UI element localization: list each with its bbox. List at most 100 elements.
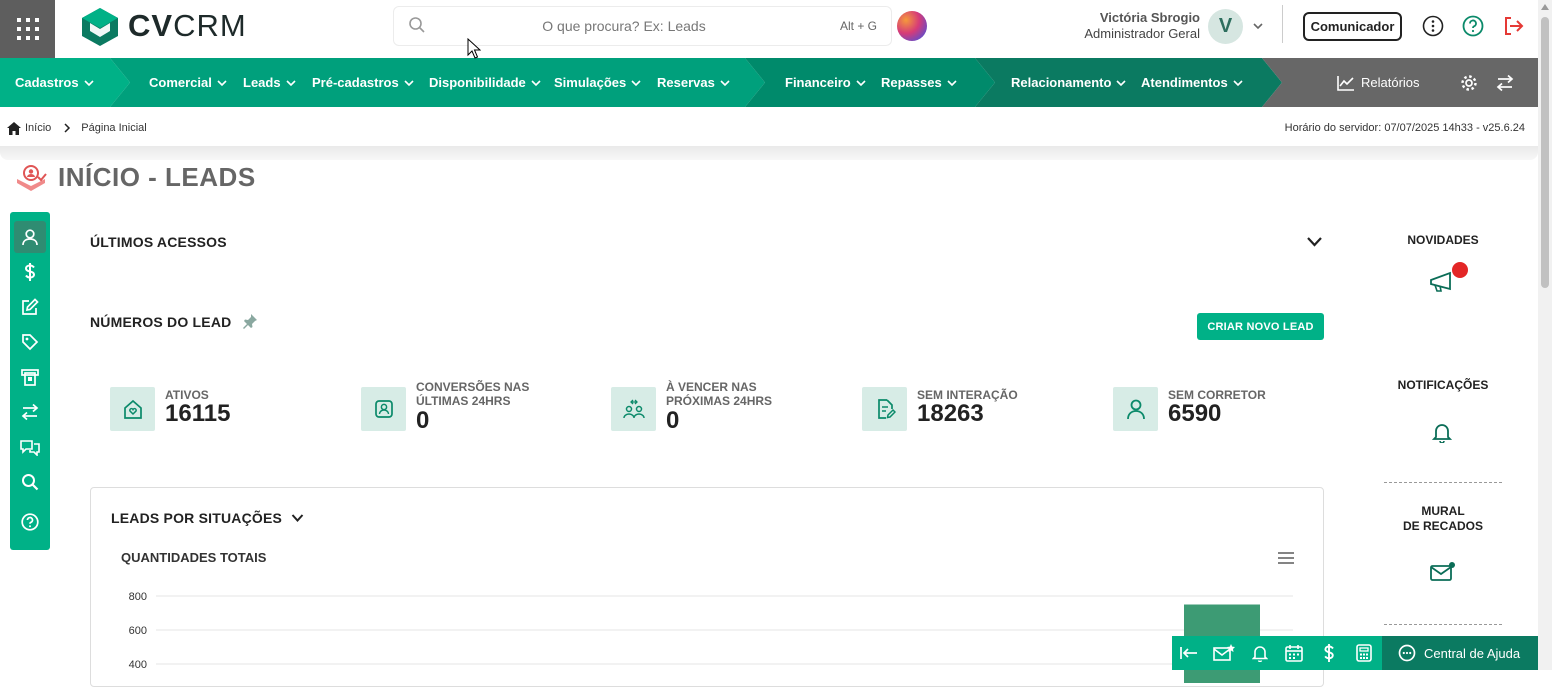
user-info[interactable]: Victória Sbrogio Administrador Geral <box>1060 10 1200 41</box>
main-navigation: Cadastros Comercial Leads Pré-cadastros … <box>0 58 1538 107</box>
notifications-title: NOTIFICAÇÕES <box>1397 378 1489 392</box>
top-bar: CVCRM Alt + G Victória Sbrogio Administr… <box>0 0 1552 58</box>
scroll-up-icon[interactable] <box>1541 4 1549 10</box>
stat-conversions[interactable]: CONVERSÕES NAS ÚLTIMAS 24HRS 0 <box>361 378 581 438</box>
avatar[interactable]: V <box>1208 9 1243 44</box>
stat-label: PRÓXIMAS 24HRS <box>666 394 773 408</box>
nav-leads[interactable]: Leads <box>243 58 296 107</box>
board-title: MURAL DE RECADOS <box>1402 504 1483 533</box>
gear-icon[interactable] <box>1460 74 1478 92</box>
sidebar-item-search[interactable] <box>14 466 46 498</box>
chevron-down-icon <box>1116 79 1126 86</box>
user-card-icon <box>374 400 393 418</box>
nav-reservas[interactable]: Reservas <box>657 58 730 107</box>
search-input[interactable] <box>434 7 814 45</box>
stat-no-interaction[interactable]: SEM INTERAÇÃO 18263 <box>862 378 1082 438</box>
stat-label: ÚLTIMAS 24HRS <box>416 394 511 408</box>
news-title: NOVIDADES <box>1407 233 1479 247</box>
chevron-down-icon <box>720 79 730 86</box>
chevron-down-icon[interactable] <box>1252 20 1264 32</box>
brand-logo[interactable]: CVCRM <box>80 6 247 46</box>
stat-expiring[interactable]: À VENCER NAS PRÓXIMAS 24HRS 0 <box>611 378 831 438</box>
user-icon <box>22 229 38 246</box>
chevron-down-icon <box>84 79 94 86</box>
sidebar-item-leads[interactable] <box>14 221 46 253</box>
theme-color-picker[interactable] <box>897 11 927 41</box>
brand-name: CVCRM <box>128 8 247 43</box>
calculator-button[interactable] <box>1347 636 1381 670</box>
stat-label: CONVERSÕES NAS <box>416 380 530 394</box>
nav-financeiro[interactable]: Financeiro <box>785 58 866 107</box>
nav-atendimentos[interactable]: Atendimentos <box>1141 58 1243 107</box>
stat-value: 16115 <box>165 400 231 427</box>
more-options-icon[interactable] <box>1422 15 1444 37</box>
chevron-down-icon <box>404 79 414 86</box>
swap-icon <box>21 403 39 421</box>
help-icon[interactable] <box>1462 15 1484 37</box>
mail-star-button[interactable] <box>1207 636 1241 670</box>
stat-active[interactable]: ATIVOS 16115 <box>110 378 330 438</box>
help-icon <box>21 513 39 531</box>
y-tick-label: 600 <box>129 625 147 637</box>
page-scrollbar[interactable] <box>1538 0 1552 670</box>
left-sidebar <box>10 212 50 550</box>
scrollbar-thumb[interactable] <box>1541 17 1549 288</box>
leads-by-status-card: LEADS POR SITUAÇÕES QUANTIDADES TOTAIS 4… <box>90 487 1324 687</box>
user-role: Administrador Geral <box>1084 26 1200 41</box>
chevron-right-icon <box>64 123 71 133</box>
grid-icon <box>16 18 39 40</box>
swap-icon[interactable] <box>1496 74 1514 92</box>
leads-by-status-title[interactable]: LEADS POR SITUAÇÕES <box>111 510 282 526</box>
recent-access-title[interactable]: ÚLTIMOS ACESSOS <box>90 234 227 250</box>
search-icon <box>409 17 425 33</box>
sidebar-item-edit[interactable] <box>14 291 46 323</box>
communicator-button[interactable]: Comunicador <box>1303 12 1402 41</box>
sidebar-item-transfer[interactable] <box>14 396 46 428</box>
sidebar-item-chat[interactable] <box>14 431 46 463</box>
chevron-down-icon <box>286 79 296 86</box>
nav-background <box>0 58 1538 107</box>
chevron-down-icon[interactable] <box>1306 236 1323 248</box>
mail-icon[interactable] <box>1430 561 1458 583</box>
help-center-button[interactable]: Central de Ajuda <box>1382 636 1538 670</box>
breadcrumb-home[interactable]: Início <box>25 122 51 134</box>
bottom-toolbar: Central de Ajuda <box>1172 636 1538 670</box>
sidebar-item-atm[interactable] <box>14 361 46 393</box>
home-icon <box>7 121 21 135</box>
nav-relacionamento[interactable]: Relacionamento <box>1011 58 1126 107</box>
y-tick-label: 400 <box>129 659 147 671</box>
news-button[interactable] <box>1428 262 1472 300</box>
sidebar-item-help[interactable] <box>14 506 46 538</box>
apps-menu-button[interactable] <box>0 0 55 58</box>
chevron-down-icon <box>947 79 957 86</box>
logout-icon[interactable] <box>1502 15 1524 37</box>
calendar-button[interactable] <box>1277 636 1311 670</box>
notifications-button[interactable] <box>1243 636 1277 670</box>
bell-icon[interactable] <box>1432 421 1452 443</box>
menu-icon[interactable] <box>1278 552 1294 564</box>
page-title: INÍCIO - LEADS <box>58 162 256 192</box>
finance-button[interactable] <box>1312 636 1346 670</box>
lead-numbers-title: NÚMEROS DO LEAD <box>90 314 232 330</box>
divider <box>0 146 1538 160</box>
stat-value: 18263 <box>917 400 984 427</box>
collapse-button[interactable] <box>1172 636 1206 670</box>
nav-disponibilidade[interactable]: Disponibilidade <box>429 58 541 107</box>
nav-comercial[interactable]: Comercial <box>149 58 227 107</box>
nav-repasses[interactable]: Repasses <box>881 58 957 107</box>
pin-icon[interactable] <box>242 313 258 329</box>
stat-label: À VENCER NAS <box>666 380 757 394</box>
calculator-icon <box>1356 644 1372 662</box>
create-lead-button[interactable]: CRIAR NOVO LEAD <box>1197 313 1324 340</box>
nav-cadastros[interactable]: Cadastros <box>15 58 94 107</box>
nav-pre-cadastros[interactable]: Pré-cadastros <box>312 58 414 107</box>
breadcrumb: Início Página Inicial <box>7 120 147 136</box>
chevron-down-icon <box>217 79 227 86</box>
nav-simulacoes[interactable]: Simulações <box>554 58 641 107</box>
sidebar-item-financeiro[interactable] <box>14 256 46 288</box>
chevron-down-icon[interactable] <box>291 513 304 523</box>
stat-no-broker[interactable]: SEM CORRETOR 6590 <box>1113 378 1333 438</box>
home-heart-icon <box>123 399 142 419</box>
nav-relatorios[interactable]: Relatórios <box>1337 58 1420 107</box>
sidebar-item-tags[interactable] <box>14 326 46 358</box>
